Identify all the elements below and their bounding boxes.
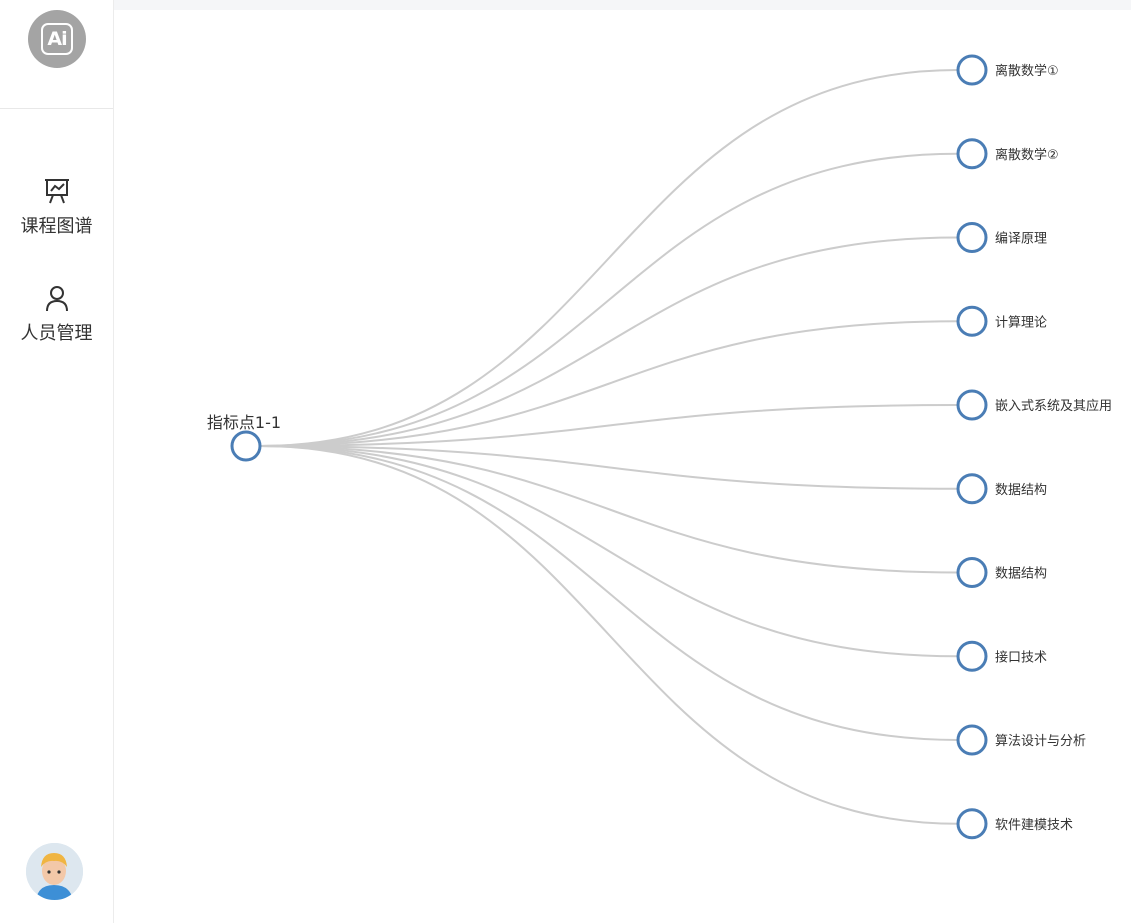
- graph-node-child[interactable]: [956, 389, 988, 421]
- graph-node-label: 编译原理: [995, 232, 1047, 247]
- graph-edge: [259, 404, 959, 447]
- graph-node-label: 数据结构: [995, 483, 1047, 498]
- course-graph: 离散数学①离散数学②编译原理计算理论嵌入式系统及其应用数据结构数据结构接口技术算…: [207, 54, 1112, 840]
- graph-edge: [259, 445, 959, 825]
- graph-edge: [259, 445, 959, 741]
- graph-node-child[interactable]: [956, 138, 988, 170]
- graph-node-label: 离散数学②: [995, 147, 1059, 163]
- graph-node-root[interactable]: [230, 430, 262, 462]
- graph-node-child[interactable]: [956, 54, 988, 86]
- graph-edge: [259, 236, 959, 447]
- graph-node-child[interactable]: [956, 724, 988, 756]
- graph-edge: [259, 152, 959, 447]
- graph-node-label: 计算理论: [995, 315, 1047, 330]
- graph-node-child[interactable]: [956, 222, 988, 253]
- graph-node-label: 数据结构: [995, 567, 1047, 582]
- graph-node-label: 软件建模技术: [995, 818, 1073, 833]
- graph-node-child[interactable]: [956, 640, 988, 672]
- graph-edge: [259, 69, 959, 447]
- graph-edge: [259, 320, 959, 447]
- graph-node-child[interactable]: [956, 808, 988, 840]
- graph-node-label: 算法设计与分析: [995, 734, 1086, 749]
- graph-node-child[interactable]: [956, 473, 988, 505]
- graph-root-label: 指标点1-1: [207, 413, 281, 432]
- graph-node-child[interactable]: [956, 305, 988, 337]
- graph-node-label: 接口技术: [995, 649, 1047, 665]
- graph-edge: [259, 445, 959, 574]
- graph-edge: [259, 445, 959, 658]
- graph-node-child[interactable]: [956, 557, 988, 588]
- graph-node-label: 嵌入式系统及其应用: [995, 398, 1112, 414]
- graph-edges: [259, 69, 959, 825]
- graph-node-label: 离散数学①: [995, 63, 1059, 79]
